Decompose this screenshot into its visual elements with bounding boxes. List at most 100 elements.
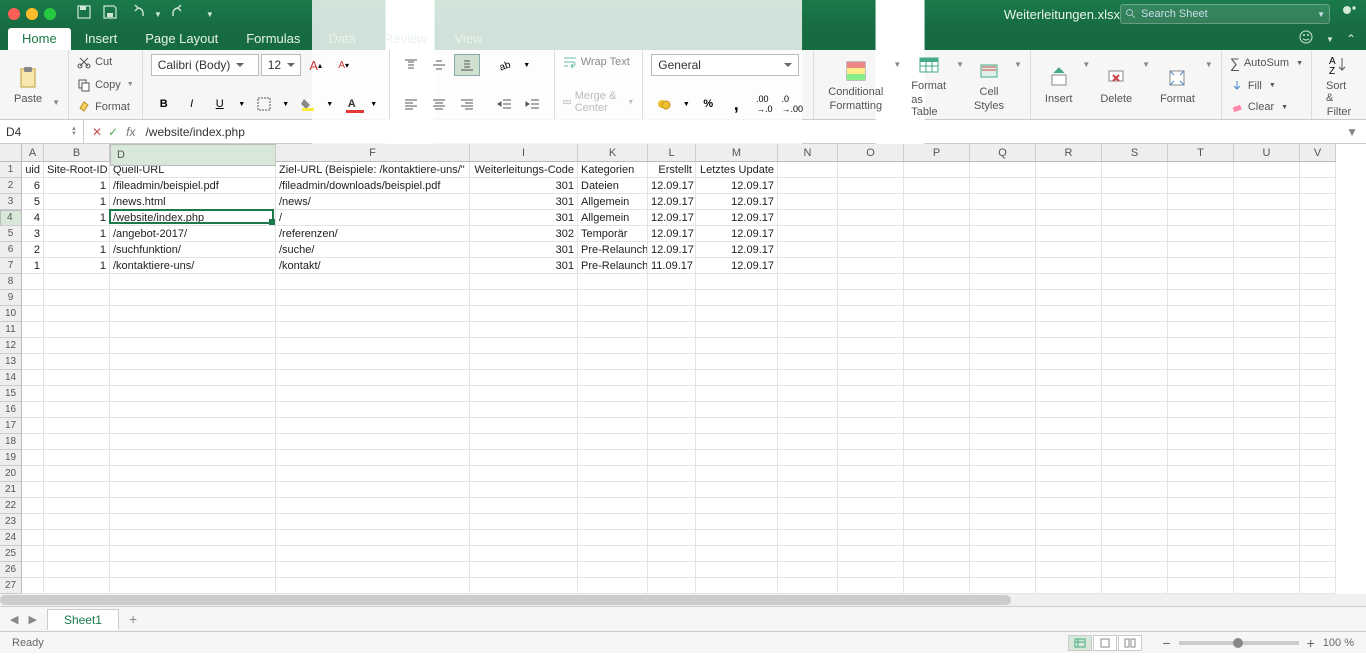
- undo-icon[interactable]: [128, 4, 144, 25]
- cell[interactable]: [1102, 498, 1168, 514]
- row-header[interactable]: 27: [0, 578, 22, 594]
- cell[interactable]: /website/index.php: [110, 210, 276, 226]
- cell[interactable]: [648, 306, 696, 322]
- cell[interactable]: [110, 418, 276, 434]
- cell[interactable]: [696, 322, 778, 338]
- cell[interactable]: [1168, 338, 1234, 354]
- cell[interactable]: [970, 162, 1036, 178]
- cell[interactable]: [470, 418, 578, 434]
- cell[interactable]: [470, 290, 578, 306]
- cell[interactable]: [904, 546, 970, 562]
- expand-formula-bar[interactable]: ▼: [1338, 125, 1366, 139]
- cell[interactable]: [1102, 306, 1168, 322]
- cell[interactable]: [470, 562, 578, 578]
- cell[interactable]: [1168, 434, 1234, 450]
- format-dropdown[interactable]: ▼: [1205, 60, 1213, 69]
- cell[interactable]: [1036, 226, 1102, 242]
- align-left-button[interactable]: [398, 93, 424, 115]
- cell[interactable]: [904, 226, 970, 242]
- cell[interactable]: [22, 450, 44, 466]
- cell[interactable]: [1102, 434, 1168, 450]
- next-sheet-button[interactable]: ▶: [24, 611, 40, 628]
- cell[interactable]: [970, 258, 1036, 274]
- row-header[interactable]: 24: [0, 530, 22, 546]
- cell[interactable]: [1300, 402, 1336, 418]
- fill-button[interactable]: Fill▼: [1230, 78, 1303, 94]
- cell[interactable]: [696, 274, 778, 290]
- cell[interactable]: [110, 370, 276, 386]
- cell[interactable]: [1234, 258, 1300, 274]
- cell[interactable]: [1102, 562, 1168, 578]
- cell[interactable]: [904, 450, 970, 466]
- cell[interactable]: [1102, 338, 1168, 354]
- cell[interactable]: [470, 322, 578, 338]
- cell[interactable]: [22, 354, 44, 370]
- cell[interactable]: [648, 290, 696, 306]
- cell[interactable]: [970, 498, 1036, 514]
- cell[interactable]: [22, 498, 44, 514]
- cell[interactable]: /referenzen/: [276, 226, 470, 242]
- cell[interactable]: Pre-Relaunch: [578, 258, 648, 274]
- column-header[interactable]: U: [1234, 144, 1300, 162]
- cell[interactable]: [904, 354, 970, 370]
- zoom-level[interactable]: 100 %: [1323, 637, 1354, 649]
- cell[interactable]: [1234, 402, 1300, 418]
- row-header[interactable]: 1: [0, 162, 22, 178]
- cell[interactable]: [470, 546, 578, 562]
- cell[interactable]: [778, 514, 838, 530]
- cell[interactable]: [1234, 418, 1300, 434]
- cell[interactable]: [904, 434, 970, 450]
- cell[interactable]: 3: [22, 226, 44, 242]
- cell[interactable]: [1036, 370, 1102, 386]
- cell[interactable]: [1036, 514, 1102, 530]
- cell[interactable]: [838, 546, 904, 562]
- cell[interactable]: [1234, 530, 1300, 546]
- cell[interactable]: Allgemein: [578, 210, 648, 226]
- cell[interactable]: /news.html: [110, 194, 276, 210]
- cell[interactable]: [1036, 466, 1102, 482]
- cell[interactable]: [778, 258, 838, 274]
- cell[interactable]: [470, 370, 578, 386]
- select-all-corner[interactable]: [0, 144, 22, 162]
- cell[interactable]: [22, 370, 44, 386]
- cell[interactable]: [1102, 418, 1168, 434]
- cell[interactable]: [648, 546, 696, 562]
- cell[interactable]: [778, 162, 838, 178]
- cell[interactable]: [276, 290, 470, 306]
- column-header[interactable]: N: [778, 144, 838, 162]
- cell[interactable]: [470, 434, 578, 450]
- horizontal-scrollbar[interactable]: [0, 594, 1366, 606]
- cell[interactable]: [470, 514, 578, 530]
- cell[interactable]: [1300, 466, 1336, 482]
- cell[interactable]: [778, 354, 838, 370]
- cell[interactable]: [1300, 258, 1336, 274]
- cell[interactable]: [578, 354, 648, 370]
- cell[interactable]: [22, 578, 44, 594]
- cell[interactable]: [44, 338, 110, 354]
- cell[interactable]: [1234, 306, 1300, 322]
- cell[interactable]: [1102, 450, 1168, 466]
- cell[interactable]: [1168, 210, 1234, 226]
- cell[interactable]: [110, 562, 276, 578]
- cell[interactable]: 1: [44, 258, 110, 274]
- cell[interactable]: [970, 466, 1036, 482]
- fill-color-dropdown[interactable]: ▼: [323, 93, 337, 115]
- cell[interactable]: [696, 578, 778, 594]
- column-header[interactable]: O: [838, 144, 904, 162]
- cell[interactable]: [838, 162, 904, 178]
- cell[interactable]: [22, 482, 44, 498]
- cell[interactable]: [1102, 242, 1168, 258]
- cell[interactable]: [838, 530, 904, 546]
- cell[interactable]: [44, 386, 110, 402]
- column-header[interactable]: K: [578, 144, 648, 162]
- cell[interactable]: [1234, 338, 1300, 354]
- ribbon-tab-formulas[interactable]: Formulas: [232, 28, 314, 50]
- cell[interactable]: [22, 386, 44, 402]
- cell[interactable]: [110, 434, 276, 450]
- row-header[interactable]: 11: [0, 322, 22, 338]
- fx-icon[interactable]: fx: [126, 125, 141, 139]
- cell[interactable]: [44, 354, 110, 370]
- column-header[interactable]: B: [44, 144, 110, 162]
- cell[interactable]: [578, 274, 648, 290]
- cell[interactable]: [838, 498, 904, 514]
